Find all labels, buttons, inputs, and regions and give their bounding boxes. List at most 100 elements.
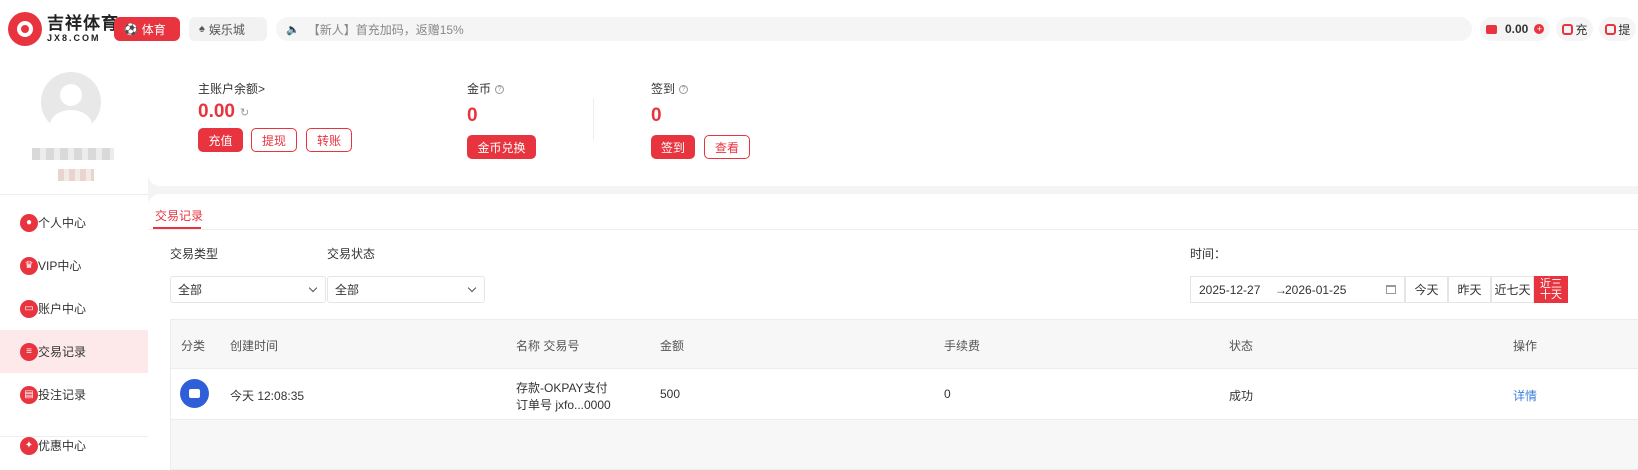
announcement-bar[interactable]: 🔈 【新人】首充加码，返赠15% (276, 17, 1472, 41)
sidebar-item-label: 交易记录 (38, 345, 87, 359)
logo[interactable]: 吉祥体育 JX8.COM (8, 12, 119, 46)
coins-value: 0 (467, 105, 478, 126)
checkin-button[interactable]: 签到 (651, 135, 695, 159)
transaction-records-panel: 交易记录 交易类型 全部 交易状态 全部 时间： 2025-12-27 → 20… (148, 194, 1638, 470)
coins-label: 金币? (467, 80, 505, 97)
balance-pill[interactable]: 0.00 + (1480, 17, 1551, 41)
gift-icon: ✦ (20, 436, 38, 455)
date-end[interactable]: 2026-01-25 (1285, 283, 1346, 297)
quick-7days-button[interactable]: 近七天 (1491, 276, 1534, 303)
nav-casino-button[interactable]: ♠ 娱乐城 (189, 17, 267, 41)
transfer-button[interactable]: 转账 (306, 128, 352, 152)
checkin-label-text: 签到 (651, 82, 676, 96)
main-balance-value: 0.00 (198, 101, 235, 122)
table-row[interactable]: 今天 12:08:35 存款-OKPAY支付 订单号 jxfo...0000 5… (171, 368, 1638, 420)
refresh-icon[interactable]: ↻ (240, 106, 249, 119)
col-created: 创建时间 (230, 339, 279, 353)
details-link[interactable]: 详情 (1513, 387, 1537, 404)
type-filter-label: 交易类型 (170, 247, 219, 261)
spade-icon: ♠ (199, 23, 205, 35)
created-time: 今天 12:08:35 (230, 389, 305, 403)
tab-transactions[interactable]: 交易记录 (155, 207, 203, 224)
user-icon: ● (20, 213, 38, 232)
table-header: 分类 创建时间 名称 交易号 金额 手续费 状态 操作 (171, 320, 1638, 368)
plus-icon[interactable]: + (1534, 24, 1545, 34)
transactions-table: 分类 创建时间 名称 交易号 金额 手续费 状态 操作 今天 12:08:35 … (170, 319, 1638, 470)
nav-sports-button[interactable]: ⚽ 体育 (114, 17, 180, 41)
top-bar: 吉祥体育 JX8.COM ⚽ 体育 ♠ 娱乐城 🔈 【新人】首充加码，返赠15%… (0, 0, 1638, 56)
sidebar-item-personal-center[interactable]: ● 个人中心 (0, 201, 148, 244)
logo-domain: JX8.COM (47, 33, 101, 43)
col-name-order: 名称 交易号 (516, 339, 580, 353)
sidebar-item-bet-records[interactable]: ▤ 投注记录 (0, 373, 148, 416)
divider (593, 98, 594, 140)
deposit-label: 充 (1575, 22, 1588, 37)
nav-casino-label: 娱乐城 (208, 22, 245, 37)
checkin-value: 0 (651, 105, 662, 126)
logo-mark-icon (8, 12, 42, 46)
sidebar-item-vip-center[interactable]: ♛ VIP中心 (0, 244, 148, 287)
type-filter-select[interactable]: 全部 (170, 276, 326, 303)
bet-icon: ▤ (20, 385, 38, 404)
main-balance-link[interactable]: 主账户余额> (198, 80, 265, 97)
withdraw-label: 提 (1618, 22, 1631, 37)
sidebar-item-transactions[interactable]: ≡ 交易记录 (0, 330, 148, 373)
quick-today-button[interactable]: 今天 (1405, 276, 1448, 303)
divider (0, 194, 148, 195)
sidebar-item-account-center[interactable]: ▭ 账户中心 (0, 287, 148, 330)
withdraw-icon (1605, 23, 1617, 35)
crown-icon: ♛ (20, 256, 38, 275)
fee: 0 (944, 387, 951, 401)
soccer-ball-icon: ⚽ (124, 23, 138, 36)
nav-sports-label: 体育 (141, 22, 166, 37)
withdraw-cash-button[interactable]: 提现 (251, 128, 297, 152)
avatar[interactable] (41, 72, 101, 132)
coins-label-text: 金币 (467, 82, 492, 96)
time-label: 时间： (1190, 247, 1227, 261)
col-amount: 金额 (660, 339, 685, 353)
coins-exchange-button[interactable]: 金币兑换 (467, 135, 536, 159)
status: 成功 (1229, 389, 1254, 403)
recharge-button[interactable]: 充值 (198, 128, 243, 152)
amount: 500 (660, 387, 681, 401)
deposit-icon (180, 379, 209, 408)
col-fee: 手续费 (944, 339, 981, 353)
calendar-icon (1386, 285, 1396, 294)
view-checkin-button[interactable]: 查看 (704, 135, 750, 159)
col-status: 状态 (1229, 339, 1254, 353)
quick-yesterday-button[interactable]: 昨天 (1448, 276, 1491, 303)
order-number: 订单号 jxfo...0000 (516, 398, 611, 412)
checkin-label: 签到? (651, 80, 689, 97)
announcement-text: 【新人】首充加码，返赠15% (307, 22, 464, 37)
divider (148, 229, 1638, 230)
sidebar-item-label: 账户中心 (38, 302, 87, 316)
date-start[interactable]: 2025-12-27 (1199, 283, 1260, 297)
sidebar-item-label: 投注记录 (38, 388, 87, 402)
username-redacted (32, 148, 114, 160)
header-balance: 0.00 (1505, 22, 1529, 36)
wallet-icon: ▭ (20, 299, 38, 318)
sidebar: ● 个人中心 ♛ VIP中心 ▭ 账户中心 ≡ 交易记录 ▤ 投注记录 ✦ 优惠… (0, 56, 148, 470)
withdraw-button[interactable]: 提 (1599, 17, 1637, 41)
col-category: 分类 (181, 339, 206, 353)
type-filter-value: 全部 (178, 283, 203, 297)
logo-title: 吉祥体育 (47, 14, 119, 33)
account-summary: 主账户余额> 0.00 ↻ 充值 提现 转账 金币? 0 金币兑换 签到? 0 … (148, 56, 1638, 186)
user-id-redacted (58, 169, 94, 181)
transaction-name: 存款-OKPAY支付 (516, 381, 608, 395)
record-icon: ≡ (20, 342, 38, 361)
status-filter-label: 交易状态 (327, 247, 376, 261)
sidebar-item-label: VIP中心 (38, 259, 82, 273)
sidebar-item-promotions[interactable]: ✦ 优惠中心 (0, 424, 148, 467)
deposit-icon (1562, 23, 1574, 35)
help-icon[interactable]: ? (495, 85, 505, 95)
sidebar-item-label: 个人中心 (38, 216, 87, 230)
date-range-picker[interactable]: 2025-12-27 → 2026-01-25 (1190, 276, 1405, 303)
deposit-button[interactable]: 充 (1556, 17, 1594, 41)
status-filter-select[interactable]: 全部 (327, 276, 485, 303)
chevron-down-icon (308, 283, 318, 293)
speaker-icon: 🔈 (286, 23, 300, 36)
help-icon[interactable]: ? (679, 85, 689, 95)
quick-30days-button[interactable]: 近三十天 (1534, 276, 1568, 303)
col-action: 操作 (1513, 339, 1538, 353)
